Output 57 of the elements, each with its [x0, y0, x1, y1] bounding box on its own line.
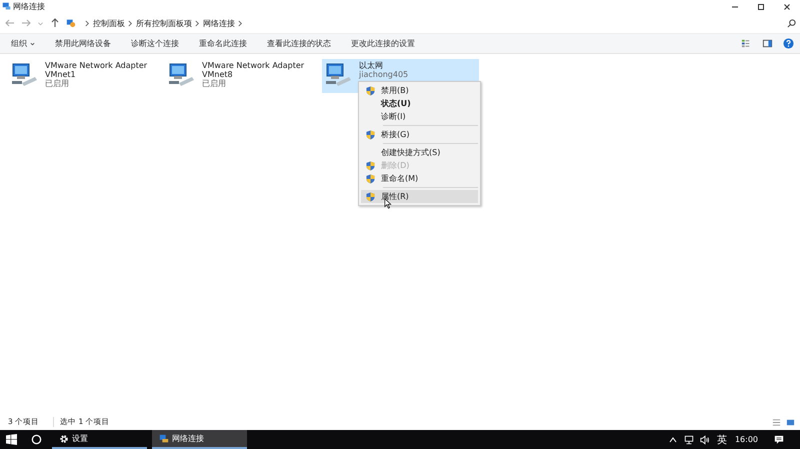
menu-item[interactable]: 属性(R) [361, 190, 478, 203]
gear-icon [59, 434, 69, 444]
adapter-name: VMware Network Adapter [202, 61, 304, 70]
volume-icon[interactable] [700, 434, 710, 444]
adapter-detail: VMnet8 [202, 70, 234, 79]
menu-item[interactable]: 创建快捷方式(S) [361, 146, 478, 159]
chevron-icon [128, 20, 133, 26]
search-icon[interactable] [31, 434, 42, 445]
toolbar-button[interactable]: 诊断这个连接 [126, 38, 184, 49]
chevron-icon [238, 20, 243, 26]
mouse-cursor-icon [384, 198, 392, 209]
notification-icon[interactable] [774, 434, 784, 444]
menu-item[interactable]: 状态(U) [361, 97, 478, 110]
close-icon[interactable] [782, 2, 792, 12]
toolbar-button[interactable]: 查看此连接的状态 [262, 38, 336, 49]
menu-item[interactable]: 桥接(G) [361, 128, 478, 141]
window-title: 网络连接 [13, 1, 45, 12]
network-adapter[interactable]: VMware Network Adapter VMnet1 已启用 [8, 59, 165, 93]
adapter-name: 以太网 [359, 61, 384, 70]
help-icon[interactable] [783, 38, 794, 49]
clock[interactable]: 16:00 [734, 435, 758, 444]
toolbar-button[interactable]: 更改此连接的设置 [346, 38, 420, 49]
adapter-name: VMware Network Adapter [45, 61, 148, 70]
toolbar-button[interactable]: 重命名此连接 [194, 38, 252, 49]
chevron-icon [195, 20, 200, 26]
adapter-status: 已启用 [45, 79, 70, 88]
maximize-icon[interactable] [756, 2, 766, 12]
toolbar-button[interactable]: 禁用此网络设备 [50, 38, 116, 49]
network-adapter-icon [167, 61, 195, 89]
breadcrumb[interactable]: 所有控制面板项 [136, 18, 192, 28]
adapter-status: 已启用 [202, 79, 227, 88]
taskbar-app[interactable]: 网络连接 [152, 430, 247, 449]
chevron-icon [85, 20, 90, 26]
view-options-icon[interactable] [741, 38, 752, 49]
search-icon [787, 18, 796, 28]
preview-pane-icon[interactable] [762, 38, 773, 49]
large-icons-view-icon[interactable] [786, 418, 795, 426]
breadcrumb[interactable]: 控制面板 [93, 18, 125, 28]
menu-item[interactable]: 诊断(I) [361, 110, 478, 123]
network-icon [159, 434, 169, 444]
breadcrumb[interactable]: 网络连接 [203, 18, 235, 28]
network-icon [2, 2, 11, 11]
network-adapter-icon [324, 61, 352, 89]
control-panel-icon [66, 18, 76, 28]
adapter-detail: VMnet1 [45, 70, 77, 79]
toolbar-button[interactable]: 组织 [6, 38, 40, 49]
start-icon[interactable] [6, 434, 17, 445]
input-method-indicator[interactable]: 英 [716, 432, 727, 446]
details-view-icon[interactable] [772, 418, 781, 426]
menu-item[interactable]: 重命名(M) [361, 172, 478, 185]
up-icon[interactable] [50, 18, 60, 28]
network-icon[interactable] [684, 434, 694, 444]
adapter-detail: jiachong405 [359, 70, 408, 79]
chevron-up-icon[interactable] [668, 434, 678, 444]
network-adapter-icon [10, 61, 38, 89]
taskbar-app[interactable]: 设置 [52, 430, 147, 449]
network-adapter[interactable]: VMware Network Adapter VMnet8 已启用 [165, 59, 322, 93]
